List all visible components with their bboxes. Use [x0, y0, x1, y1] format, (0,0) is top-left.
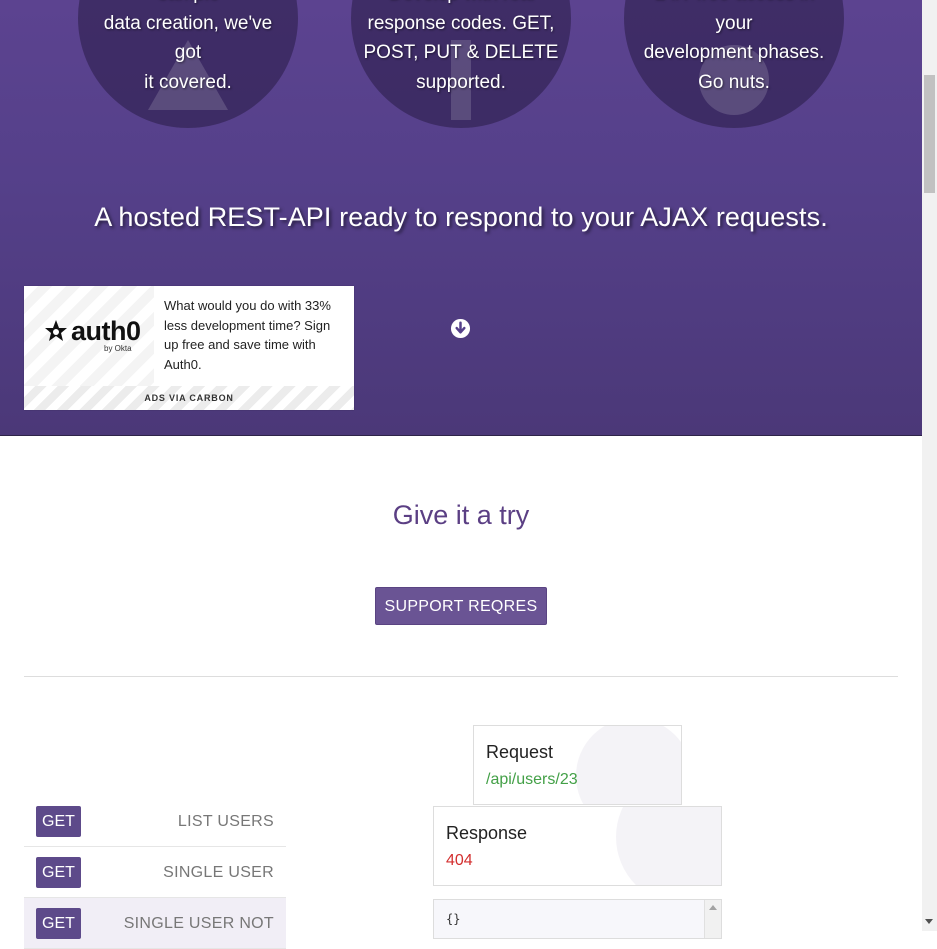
method-badge: GET — [36, 908, 81, 939]
page-scrollbar[interactable] — [922, 0, 937, 931]
feature-text: Develop with realresponse codes. GET,POS… — [363, 0, 559, 93]
method-badge: GET — [36, 806, 81, 837]
feature-text: 24/7 free access in yourdevelopment phas… — [643, 0, 825, 93]
ad-image[interactable]: auth0 by Okta — [24, 286, 154, 386]
ad-brand: auth0 — [71, 316, 141, 346]
endpoint-label: SINGLE USER — [163, 864, 274, 881]
ad-text[interactable]: What would you do with 33% less developm… — [164, 296, 344, 374]
auth0-shield-icon — [45, 319, 67, 341]
request-panel: Request /api/users/23 — [473, 725, 682, 805]
ad-brand-sub: by Okta — [104, 344, 132, 353]
section-title: Give it a try — [392, 500, 530, 530]
divider — [24, 676, 898, 677]
scrollbar-thumb[interactable] — [924, 75, 935, 193]
arrow-down-circle-icon[interactable] — [450, 318, 471, 339]
hero-title: A hosted REST-API ready to respond to yo… — [94, 202, 828, 232]
endpoint-item[interactable]: GET SINGLE USER — [24, 847, 286, 898]
endpoint-label: SINGLE USER NOT — [123, 915, 274, 932]
request-title: Request — [486, 742, 554, 762]
auth0-logo: auth0 by Okta — [44, 316, 141, 353]
response-body-scrollbar[interactable] — [704, 900, 721, 938]
endpoint-item[interactable]: GET LIST USERS — [24, 796, 286, 847]
endpoint-item-active[interactable]: GET SINGLE USER NOT — [24, 898, 286, 949]
response-panel: Response 404 — [433, 806, 722, 886]
method-badge: GET — [36, 857, 81, 888]
carbon-ad[interactable]: auth0 by Okta What would you do with 33%… — [24, 286, 354, 410]
support-reqres-button[interactable]: SUPPORT REQRES — [375, 587, 547, 625]
scroll-down-icon[interactable] — [925, 919, 933, 924]
request-url[interactable]: /api/users/23 — [486, 771, 578, 789]
endpoint-label: LIST USERS — [177, 813, 274, 830]
feature-circle: No more tedious sampledata creation, we'… — [78, 0, 298, 128]
response-body[interactable]: {} — [433, 899, 722, 939]
feature-circle: 24/7 free access in yourdevelopment phas… — [624, 0, 844, 128]
endpoint-list: GET LIST USERS GET SINGLE USER GET SINGL… — [24, 796, 286, 949]
watermark-icon — [576, 726, 681, 804]
feature-text: No more tedious sampledata creation, we'… — [103, 0, 273, 93]
hero-section: No more tedious sampledata creation, we'… — [0, 0, 922, 436]
response-title: Response — [446, 823, 528, 843]
response-status-code: 404 — [446, 852, 473, 869]
scroll-up-icon[interactable] — [709, 905, 717, 910]
response-body-code: {} — [446, 912, 461, 926]
feature-circle: Develop with realresponse codes. GET,POS… — [351, 0, 571, 128]
watermark-icon — [616, 807, 721, 885]
ads-via-carbon-link[interactable]: ADS VIA CARBON — [24, 386, 354, 410]
